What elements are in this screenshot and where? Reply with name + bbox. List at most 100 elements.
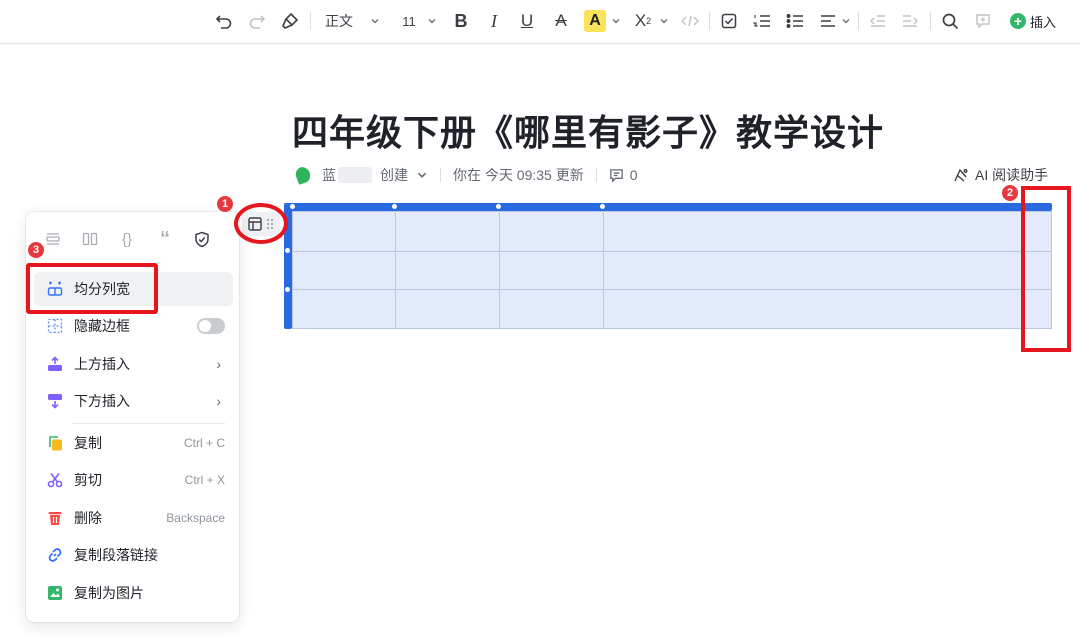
toolbar-divider	[858, 12, 859, 30]
row-divider	[293, 289, 1051, 290]
chevron-down-icon[interactable]	[370, 8, 380, 34]
document-meta: 蓝 创建 你在 今天 09:35 更新 0	[293, 164, 638, 186]
shortcut-label: Backspace	[166, 511, 225, 525]
indent-icon[interactable]	[898, 8, 922, 34]
menu-item-label: 上方插入	[74, 356, 130, 372]
document-editor: 正文 11 B I U A A X2 + 插入 四年级下册《哪里有影子》教学设计…	[0, 0, 1080, 638]
comment-icon[interactable]	[971, 8, 995, 34]
menu-item-insert-above[interactable]: 上方插入 ›	[34, 347, 233, 381]
format-painter-icon[interactable]	[278, 8, 302, 34]
text-style-select[interactable]: 正文	[318, 8, 360, 34]
code-block-icon[interactable]: {}	[115, 226, 139, 252]
columns-icon[interactable]	[78, 226, 102, 252]
column-insert-dot[interactable]	[290, 204, 295, 209]
chevron-down-icon[interactable]	[659, 8, 669, 34]
bullet-list-icon[interactable]	[783, 8, 807, 34]
image-icon	[46, 584, 64, 602]
toolbar-divider	[709, 12, 710, 30]
chevron-down-icon[interactable]	[611, 8, 621, 34]
checkbox-icon[interactable]	[717, 8, 741, 34]
menu-item-copy-link[interactable]: 复制段落链接	[34, 538, 233, 572]
font-size-label: 11	[402, 13, 416, 29]
code-icon[interactable]	[679, 8, 701, 34]
column-insert-dot[interactable]	[392, 204, 397, 209]
annotation-box-2	[1021, 186, 1071, 352]
plus-icon: +	[1010, 13, 1026, 29]
align-icon[interactable]	[817, 8, 839, 34]
menu-item-copy[interactable]: 复制 Ctrl + C	[34, 426, 233, 460]
shortcut-label: Ctrl + X	[184, 473, 225, 487]
annotation-badge-2: 2	[1002, 185, 1018, 201]
avatar	[293, 165, 313, 185]
outdent-icon[interactable]	[866, 8, 890, 34]
chevron-down-icon[interactable]	[427, 8, 437, 34]
hide-border-toggle[interactable]	[197, 318, 225, 334]
toolbar-divider	[310, 12, 311, 30]
annotation-circle-1	[234, 203, 288, 244]
annotation-box-3	[26, 263, 158, 314]
link-icon	[46, 546, 64, 564]
menu-item-insert-below[interactable]: 下方插入 ›	[34, 384, 233, 418]
redo-icon[interactable]	[245, 8, 269, 34]
search-icon[interactable]	[938, 8, 962, 34]
chevron-right-icon: ›	[216, 356, 221, 372]
table-grid[interactable]	[292, 211, 1052, 329]
insert-button[interactable]: + 插入	[1010, 8, 1056, 34]
menu-item-label: 隐藏边框	[74, 318, 130, 334]
comment-count-icon[interactable]	[609, 168, 624, 183]
ai-icon	[954, 168, 968, 182]
menu-item-label: 复制	[74, 435, 102, 451]
menu-item-label: 删除	[74, 510, 102, 526]
copy-icon	[46, 434, 64, 452]
editor-toolbar: 正文 11 B I U A A X2 + 插入	[0, 0, 1080, 44]
document-title[interactable]: 四年级下册《哪里有影子》教学设计	[292, 104, 884, 156]
strikethrough-icon[interactable]: A	[550, 8, 572, 34]
shield-icon[interactable]	[190, 226, 214, 252]
comment-count[interactable]: 0	[630, 167, 638, 183]
block-type-switcher: {} “	[26, 226, 239, 252]
author-name[interactable]: 蓝	[322, 165, 336, 185]
row-insert-dot[interactable]	[285, 287, 290, 292]
menu-item-hide-border[interactable]: 隐藏边框	[34, 309, 233, 343]
column-divider	[603, 212, 604, 328]
meta-divider	[440, 168, 441, 182]
text-style-label: 正文	[325, 13, 353, 29]
ai-helper-label: AI 阅读助手	[975, 167, 1049, 183]
menu-item-label: 复制段落链接	[74, 547, 158, 563]
superscript-icon[interactable]: X2	[632, 8, 654, 34]
chevron-down-icon[interactable]	[416, 169, 428, 181]
insert-below-icon	[46, 392, 64, 410]
menu-item-cut[interactable]: 剪切 Ctrl + X	[34, 463, 233, 497]
italic-icon[interactable]: I	[483, 8, 505, 34]
row-insert-dot[interactable]	[285, 248, 290, 253]
menu-item-copy-as-image[interactable]: 复制为图片	[34, 576, 233, 610]
delete-icon	[46, 509, 64, 527]
shortcut-label: Ctrl + C	[183, 436, 225, 450]
ai-reading-assistant[interactable]: AI 阅读助手	[952, 164, 1048, 186]
menu-item-label: 下方插入	[74, 393, 130, 409]
menu-item-delete[interactable]: 删除 Backspace	[34, 501, 233, 535]
created-label: 创建	[380, 167, 408, 183]
underline-icon[interactable]: U	[516, 8, 538, 34]
highlight-icon[interactable]: A	[583, 8, 607, 34]
table-block[interactable]	[284, 203, 1052, 329]
chevron-down-icon[interactable]	[841, 8, 851, 34]
column-insert-dot[interactable]	[600, 204, 605, 209]
bold-icon[interactable]: B	[450, 8, 472, 34]
column-divider	[499, 212, 500, 328]
font-size-select[interactable]: 11	[397, 8, 421, 34]
annotation-badge-1: 1	[217, 196, 233, 212]
quote-icon[interactable]: “	[153, 226, 177, 252]
column-insert-dot[interactable]	[496, 204, 501, 209]
ordered-list-icon[interactable]	[750, 8, 774, 34]
column-selector-bar[interactable]	[284, 203, 1052, 211]
annotation-badge-3: 3	[28, 242, 44, 258]
menu-divider	[72, 423, 225, 424]
meta-divider	[595, 168, 597, 182]
cut-icon	[46, 471, 64, 489]
insert-block-icon[interactable]	[41, 226, 65, 252]
undo-icon[interactable]	[212, 8, 236, 34]
menu-item-label: 剪切	[74, 472, 102, 488]
column-divider	[395, 212, 396, 328]
toolbar-divider	[930, 12, 931, 30]
